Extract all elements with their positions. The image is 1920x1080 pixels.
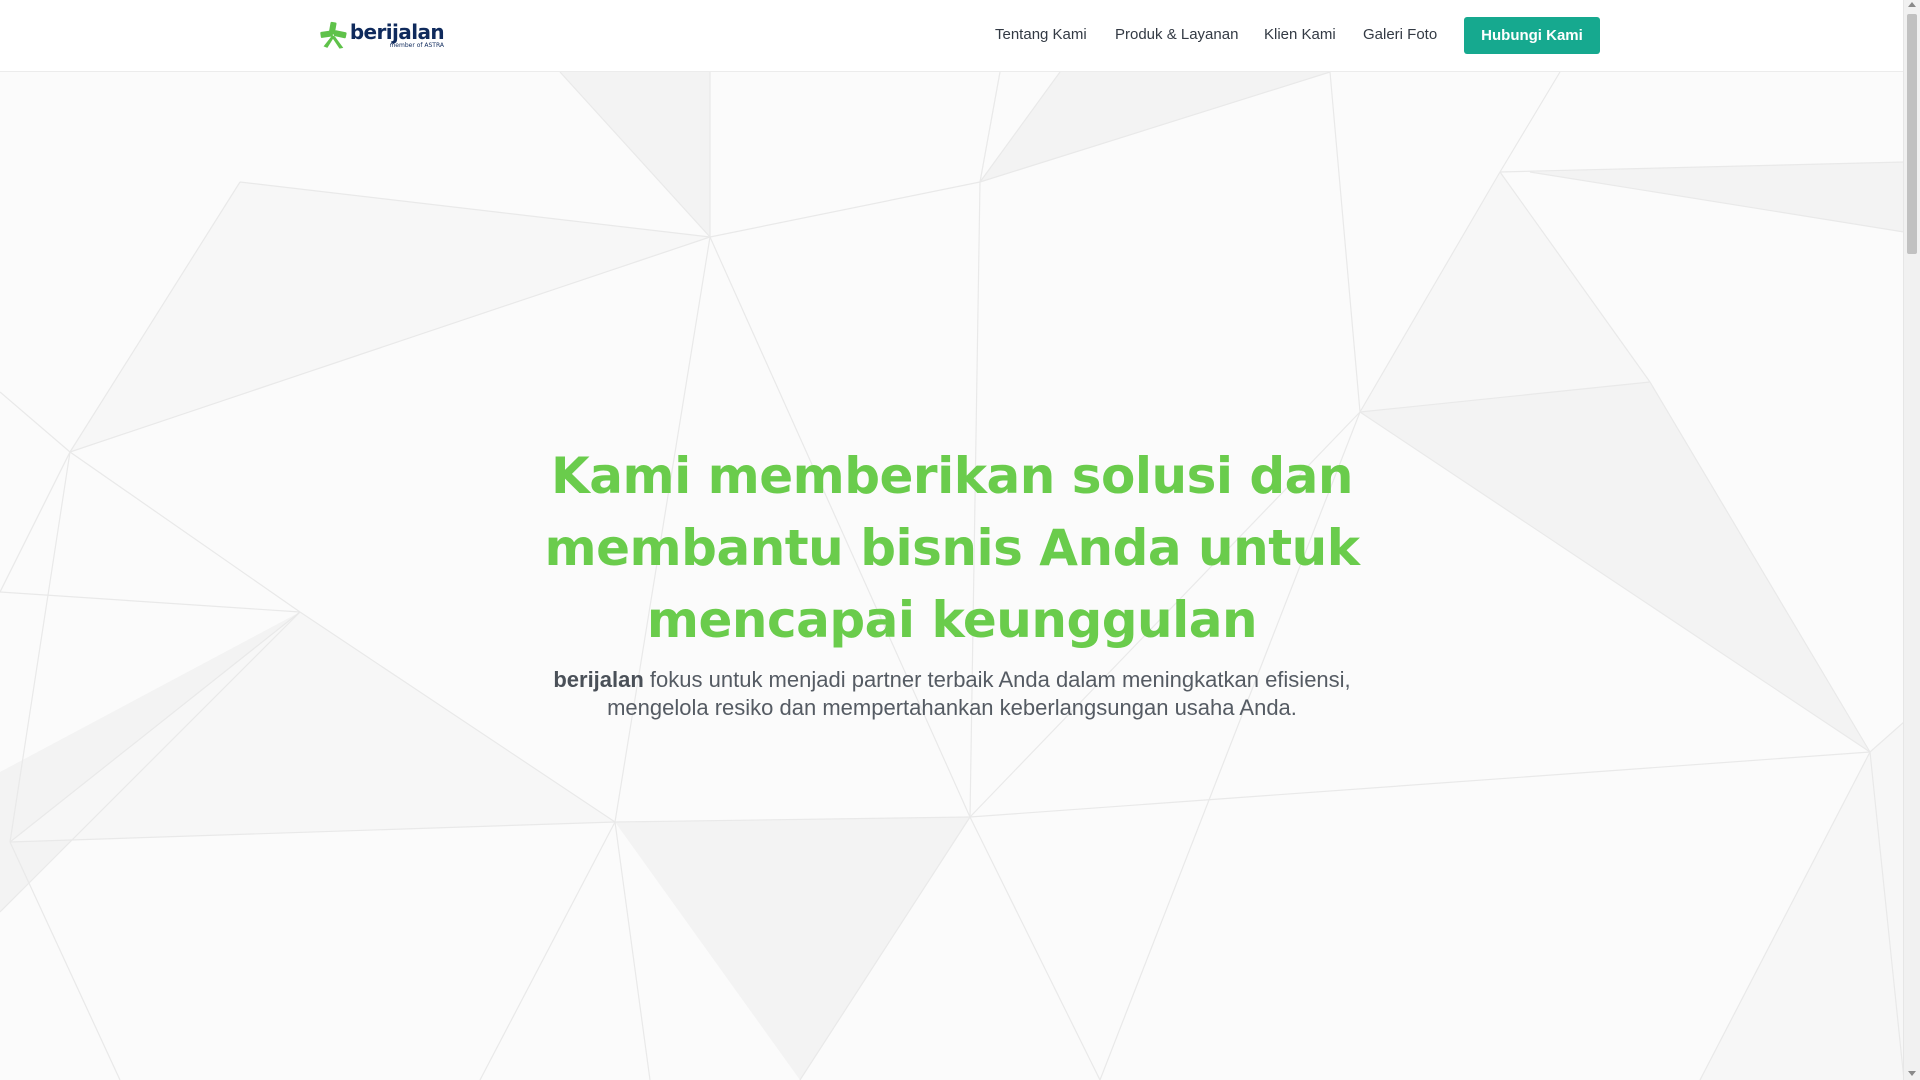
site-header: berijalan member of ASTRA Tentang Kami P… (0, 0, 1904, 72)
scrollbar-thumb[interactable] (1907, 14, 1917, 254)
hero-section: Kami memberikan solusi dan membantu bisn… (0, 72, 1904, 1080)
main-nav: Tentang Kami Produk & Layanan Klien Kami… (0, 0, 1904, 71)
nav-item-tentang-kami[interactable]: Tentang Kami (995, 26, 1087, 43)
contact-us-button[interactable]: Hubungi Kami (1464, 17, 1600, 54)
vertical-scrollbar[interactable] (1903, 0, 1920, 1080)
scroll-up-arrow-icon[interactable] (1908, 2, 1916, 7)
hero-subtitle-text: fokus untuk menjadi partner terbaik Anda… (607, 667, 1351, 720)
nav-item-produk-layanan[interactable]: Produk & Layanan (1115, 26, 1238, 43)
nav-item-galeri-foto[interactable]: Galeri Foto (1363, 26, 1437, 43)
hero-subtitle: berijalan fokus untuk menjadi partner te… (522, 666, 1382, 722)
hero-title: Kami memberikan solusi dan membantu bisn… (544, 447, 1360, 649)
page: berijalan member of ASTRA Tentang Kami P… (0, 0, 1920, 1080)
hero-subtitle-brand: berijalan (553, 667, 644, 692)
hero-content: Kami memberikan solusi dan membantu bisn… (0, 440, 1904, 722)
scroll-down-arrow-icon[interactable] (1908, 1071, 1916, 1076)
nav-item-klien-kami[interactable]: Klien Kami (1264, 26, 1336, 43)
